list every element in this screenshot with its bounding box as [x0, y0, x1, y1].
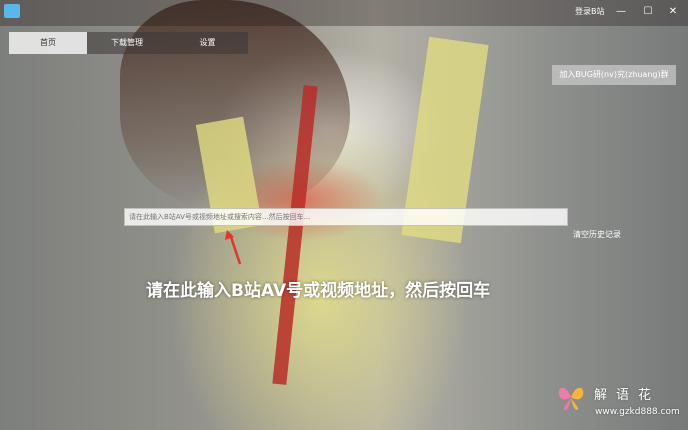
close-icon[interactable]: ✕	[664, 3, 682, 21]
tab-download-manager[interactable]: 下载管理	[87, 32, 167, 54]
maximize-icon[interactable]: ☐	[639, 3, 657, 21]
app-icon	[4, 4, 20, 18]
instruction-text: 请在此输入B站AV号或视频地址，然后按回车	[146, 281, 491, 301]
clear-history-link[interactable]: 清空历史记录	[573, 229, 621, 240]
tab-settings[interactable]: 设置	[167, 32, 248, 54]
minimize-icon[interactable]: —	[612, 3, 630, 21]
tab-bar: 首页 下载管理 设置	[9, 32, 248, 54]
watermark-text: 解语花	[594, 388, 661, 403]
butterfly-logo	[558, 387, 584, 410]
title-bar: 登录B站 — ☐ ✕	[0, 0, 688, 26]
join-group-button[interactable]: 加入BUG研(nv)究(zhuang)群	[552, 65, 676, 85]
login-link[interactable]: 登录B站	[575, 6, 605, 17]
arrow-icon	[225, 230, 242, 265]
watermark-url: www.gzkd888.com	[595, 407, 680, 417]
search-input[interactable]	[124, 208, 568, 226]
tab-home[interactable]: 首页	[9, 32, 87, 54]
